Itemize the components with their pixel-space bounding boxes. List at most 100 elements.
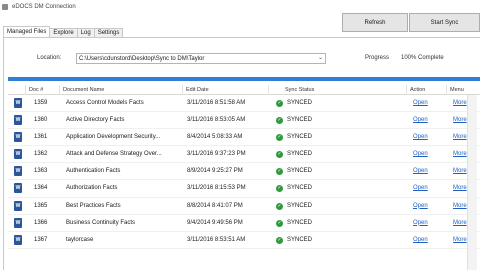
document-name: Authentication Facts: [66, 168, 121, 175]
sync-status-text: SYNCED: [287, 185, 313, 192]
edit-date: 3/11/2016 8:15:53 PM: [187, 185, 246, 192]
tab-explore[interactable]: Explore: [49, 28, 78, 37]
sync-status-text: SYNCED: [287, 117, 313, 124]
doc-number: 1359: [34, 100, 48, 106]
window-title: eDOCS DM Connection: [12, 3, 76, 10]
sync-status-text: SYNCED: [287, 202, 313, 209]
location-label: Location:: [37, 55, 62, 61]
word-document-icon: W: [14, 234, 22, 245]
sync-status-text: SYNCED: [287, 236, 313, 243]
document-name: Access Control Models Facts: [66, 100, 144, 106]
sync-status: ✓ SYNCED: [273, 163, 393, 180]
word-document-icon: W: [14, 115, 22, 126]
tab-managed-files[interactable]: Managed Files: [3, 26, 51, 37]
green-check-icon: ✓: [276, 134, 283, 142]
green-check-icon: ✓: [276, 117, 283, 125]
document-grid: W 1359 Access Control Models Facts 3/11/201…: [8, 95, 480, 249]
green-check-icon: ✓: [276, 219, 283, 227]
sync-status: ✓ SYNCED: [273, 232, 393, 249]
sync-status: ✓ SYNCED: [273, 112, 393, 129]
open-link[interactable]: Open: [413, 163, 438, 180]
edit-date: 8/8/2014 8:41:07 PM: [187, 202, 243, 209]
word-document-icon: W: [14, 166, 22, 177]
sync-status: ✓ SYNCED: [273, 129, 393, 146]
green-check-icon: ✓: [276, 151, 283, 159]
open-link[interactable]: Open: [413, 112, 438, 129]
edit-date: 3/11/2016 8:51:58 AM: [187, 100, 246, 106]
progress-value: 100% Complete: [401, 55, 444, 61]
sync-status-text: SYNCED: [287, 134, 313, 141]
document-name: Application Development Security...: [66, 134, 161, 141]
column-header-doc-num[interactable]: Doc #: [25, 85, 59, 95]
location-dropdown[interactable]: C:\Users\cdunstord\Desktop\Sync to DM\Ta…: [76, 53, 326, 64]
sync-status-text: SYNCED: [287, 151, 313, 158]
edit-date: 8/9/2014 9:25:27 PM: [187, 168, 243, 175]
table-row[interactable]: W 1360 Active Directory Facts 3/11/2016 8:5…: [8, 112, 480, 130]
refresh-button[interactable]: Refresh: [342, 13, 408, 32]
location-value: C:\Users\cdunstord\Desktop\Sync to DM\Ta…: [79, 55, 205, 62]
chevron-down-icon[interactable]: ⌄: [318, 54, 323, 63]
doc-number: 1363: [34, 168, 48, 175]
table-row[interactable]: W 1363 Authentication Facts 8/9/2014 9:25:2…: [8, 163, 480, 181]
sync-status: ✓ SYNCED: [273, 146, 393, 163]
green-check-icon: ✓: [276, 236, 283, 244]
table-row[interactable]: W 1365 Best Practices Facts 8/8/2014 8:41:0…: [8, 198, 480, 215]
green-check-icon: ✓: [276, 202, 283, 210]
document-name: Best Practices Facts: [66, 202, 121, 209]
word-document-icon: W: [14, 200, 22, 211]
sync-progress-fill: [8, 77, 480, 81]
doc-number: 1365: [34, 202, 48, 209]
open-link[interactable]: Open: [413, 215, 438, 232]
document-name: Active Directory Facts: [66, 117, 125, 124]
doc-number: 1367: [34, 236, 48, 243]
open-link[interactable]: Open: [413, 129, 438, 146]
document-name: Attack and Defense Strategy Over...: [66, 151, 162, 158]
word-document-icon: W: [14, 217, 22, 228]
doc-number: 1360: [34, 117, 48, 124]
progress-label: Progress: [365, 55, 390, 61]
tab-log[interactable]: Log: [76, 28, 95, 37]
column-header-sync-status[interactable]: Sync Status: [268, 85, 406, 95]
doc-number: 1361: [34, 134, 48, 141]
column-header-edit-date[interactable]: Edit Date: [182, 85, 268, 95]
table-row[interactable]: W 1359 Access Control Models Facts 3/11/201…: [8, 95, 480, 113]
sync-status: ✓ SYNCED: [273, 180, 393, 197]
table-row[interactable]: W 1364 Authorization Facts 3/11/2016 8:15:5…: [8, 180, 480, 198]
table-row[interactable]: W 1362 Attack and Defense Strategy Over...…: [8, 146, 480, 164]
open-link[interactable]: Open: [413, 198, 438, 215]
sync-status-text: SYNCED: [287, 168, 313, 175]
sync-status: ✓ SYNCED: [273, 215, 393, 232]
green-check-icon: ✓: [276, 100, 283, 107]
edit-date: 3/11/2016 9:37:23 PM: [187, 151, 246, 158]
sync-status-text: SYNCED: [287, 219, 313, 226]
word-document-icon: W: [14, 183, 22, 194]
table-row[interactable]: W 1367 taylorcase 3/11/2016 8:53:51 AM ✓ SYNC…: [8, 232, 480, 249]
open-link[interactable]: Open: [413, 232, 438, 249]
tab-settings[interactable]: Settings: [93, 28, 124, 37]
sync-progress-bar: [8, 77, 480, 81]
start-sync-button[interactable]: Start Sync: [409, 13, 480, 32]
column-header-document-name[interactable]: Document Name: [59, 85, 182, 95]
open-link[interactable]: Open: [413, 95, 438, 112]
word-document-icon: W: [14, 132, 22, 143]
column-header-action[interactable]: Action: [406, 85, 446, 95]
edit-date: 3/11/2016 8:53:51 AM: [187, 236, 246, 243]
edit-date: 8/4/2014 5:08:33 AM: [187, 134, 243, 141]
document-name: taylorcase: [66, 236, 94, 243]
word-document-icon: W: [14, 149, 22, 160]
doc-number: 1366: [34, 219, 48, 226]
vertical-scrollbar[interactable]: [467, 95, 477, 270]
edit-date: 9/4/2014 9:49:56 PM: [187, 219, 243, 226]
sync-status: ✓ SYNCED: [273, 95, 393, 112]
app-icon: [2, 3, 8, 10]
grid-header: Doc # Document Name Edit Date Sync Statu…: [8, 85, 480, 95]
table-row[interactable]: W 1366 Business Continuity Facts 9/4/2014 9…: [8, 215, 480, 232]
table-row[interactable]: W 1361 Application Development Security...…: [8, 129, 480, 147]
sync-status-text: SYNCED: [287, 100, 313, 106]
open-link[interactable]: Open: [413, 180, 438, 197]
document-name: Authorization Facts: [66, 185, 118, 192]
column-header-menu[interactable]: Menu: [446, 85, 480, 95]
tab-strip: Managed Files Explore Log Settings: [3, 26, 124, 37]
sync-status: ✓ SYNCED: [273, 198, 393, 215]
open-link[interactable]: Open: [413, 146, 438, 163]
